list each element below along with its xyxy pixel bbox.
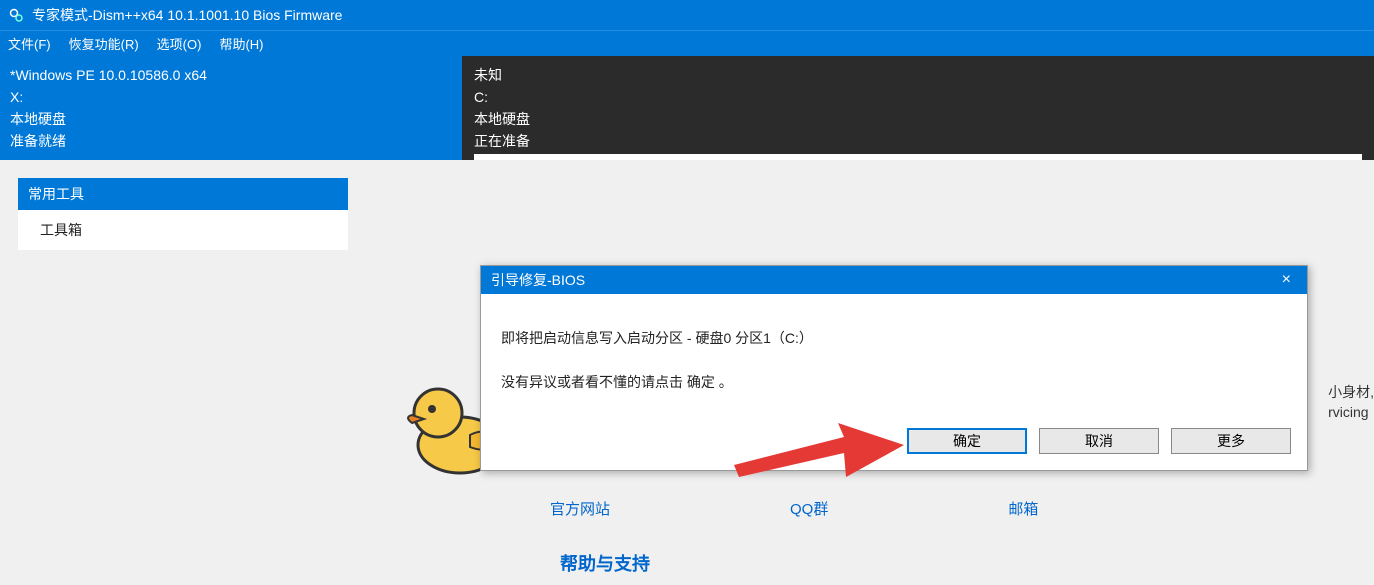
info-panel-right[interactable]: 未知 C: 本地硬盘 正在准备 [462, 56, 1374, 160]
window-title: 专家模式-Dism++x64 10.1.1001.10 Bios Firmwar… [32, 5, 342, 25]
sidebar-item-toolbox[interactable]: 工具箱 [18, 210, 348, 250]
info-panel-left[interactable]: *Windows PE 10.0.10586.0 x64 X: 本地硬盘 准备就… [0, 56, 462, 160]
cancel-button[interactable]: 取消 [1039, 428, 1159, 454]
titlebar: 专家模式-Dism++x64 10.1.1001.10 Bios Firmwar… [0, 0, 1374, 30]
sidebar: *Windows PE 10.0.10586.0 x64 X: 本地硬盘 准备就… [0, 56, 462, 585]
sidebar-header: 常用工具 [18, 178, 348, 210]
menu-recovery[interactable]: 恢复功能(R) [69, 34, 139, 53]
progress-bar [474, 154, 1362, 160]
sidebar-content: 常用工具 工具箱 [0, 160, 462, 585]
ok-button[interactable]: 确定 [907, 428, 1027, 454]
info-drive: X: [10, 86, 452, 108]
help-support-title: 帮助与支持 [560, 550, 650, 576]
close-icon[interactable]: × [1276, 271, 1297, 289]
info-status-preparing: 正在准备 [474, 130, 1362, 152]
menu-options[interactable]: 选项(O) [157, 34, 202, 53]
dialog-buttons: 确定 取消 更多 [481, 428, 1307, 470]
link-website[interactable]: 官方网站 [550, 498, 610, 519]
menu-file[interactable]: 文件(F) [8, 34, 51, 53]
info-disk-type-local: 本地硬盘 [474, 108, 1362, 130]
dialog-message-2: 没有异议或者看不懂的请点击 确定 。 [501, 368, 1287, 396]
dialog-body: 即将把启动信息写入启动分区 - 硬盘0 分区1（C:） 没有异议或者看不懂的请点… [481, 294, 1307, 428]
dialog-message-1: 即将把启动信息写入启动分区 - 硬盘0 分区1（C:） [501, 324, 1287, 352]
link-email[interactable]: 邮箱 [1008, 498, 1038, 519]
more-button[interactable]: 更多 [1171, 428, 1291, 454]
menubar: 文件(F) 恢复功能(R) 选项(O) 帮助(H) [0, 30, 1374, 56]
dialog-boot-repair: 引导修复-BIOS × 即将把启动信息写入启动分区 - 硬盘0 分区1（C:） … [480, 265, 1308, 471]
info-os: *Windows PE 10.0.10586.0 x64 [10, 64, 452, 86]
dialog-title-text: 引导修复-BIOS [491, 270, 585, 290]
menu-help[interactable]: 帮助(H) [219, 34, 263, 53]
link-qq[interactable]: QQ群 [790, 498, 828, 519]
info-status: 准备就绪 [10, 130, 452, 152]
dialog-titlebar[interactable]: 引导修复-BIOS × [481, 266, 1307, 294]
info-drive-c: C: [474, 86, 1362, 108]
links-row: 官方网站 QQ群 邮箱 [550, 498, 1038, 519]
app-icon [8, 7, 24, 23]
side-text: 小身材, rvicing [1328, 382, 1374, 422]
sidebar-section: 常用工具 工具箱 [18, 178, 348, 250]
info-disk-type: 本地硬盘 [10, 108, 452, 130]
info-os-unknown: 未知 [474, 64, 1362, 86]
